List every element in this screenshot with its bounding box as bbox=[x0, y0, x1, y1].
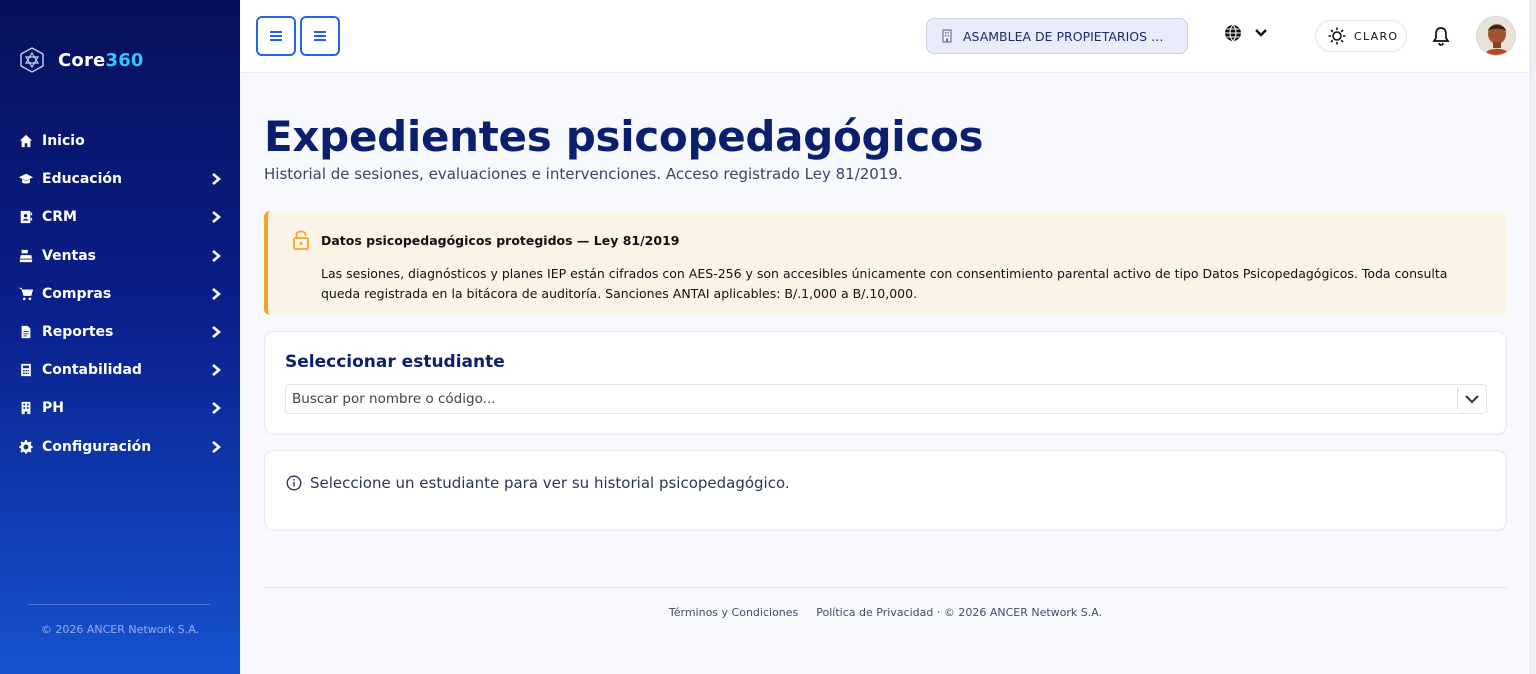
chevron-down-icon bbox=[1465, 395, 1479, 404]
building-icon bbox=[942, 29, 952, 43]
sidebar-item-compras[interactable]: Compras bbox=[0, 275, 240, 313]
report-file-icon bbox=[18, 324, 34, 340]
toggle-sidebar-button[interactable] bbox=[256, 16, 296, 56]
sidebar-copyright: © 2026 ANCER Network S.A. bbox=[40, 623, 200, 636]
brand-logo[interactable]: Core360 bbox=[18, 46, 144, 74]
chevron-right-icon bbox=[210, 364, 222, 377]
privacy-alert: Datos psicopedagógicos protegidos — Ley … bbox=[264, 211, 1507, 315]
alert-title: Datos psicopedagógicos protegidos — Ley … bbox=[321, 233, 680, 248]
calculator-icon bbox=[18, 362, 34, 378]
bell-icon[interactable] bbox=[1432, 26, 1450, 46]
hexagon-logo-icon bbox=[20, 47, 44, 73]
chevron-right-icon bbox=[210, 440, 222, 453]
page-footer: Términos y Condiciones Política de Priva… bbox=[264, 606, 1507, 619]
sun-icon bbox=[1328, 27, 1346, 45]
page-subtitle: Historial de sesiones, evaluaciones e in… bbox=[264, 165, 903, 183]
menu-icon bbox=[314, 31, 326, 41]
terms-link[interactable]: Términos y Condiciones bbox=[669, 606, 798, 619]
student-search-placeholder: Buscar por nombre o código... bbox=[292, 391, 496, 407]
toggle-menu-button[interactable] bbox=[300, 16, 340, 56]
organization-name: ASAMBLEA DE PROPIETARIOS DE ... bbox=[963, 28, 1173, 44]
sidebar-item-crm[interactable]: CRM bbox=[0, 198, 240, 236]
chevron-down-icon bbox=[1255, 29, 1267, 37]
chevron-right-icon bbox=[210, 173, 222, 186]
user-avatar[interactable] bbox=[1476, 16, 1516, 56]
user-photo-icon bbox=[1477, 17, 1515, 55]
student-select-title: Seleccionar estudiante bbox=[285, 352, 505, 372]
chevron-right-icon bbox=[210, 287, 222, 300]
chevron-right-icon bbox=[210, 211, 222, 224]
sidebar-item-contabilidad[interactable]: Contabilidad bbox=[0, 351, 240, 389]
page-title: Expedientes psicopedagógicos bbox=[264, 112, 984, 161]
chevron-right-icon bbox=[210, 402, 222, 415]
contact-book-icon bbox=[18, 209, 34, 225]
organization-selector[interactable]: ASAMBLEA DE PROPIETARIOS DE ... bbox=[926, 18, 1188, 54]
student-search-select[interactable]: Buscar por nombre o código... bbox=[285, 384, 1487, 414]
graduation-cap-icon bbox=[18, 171, 34, 187]
sidebar-item-ph[interactable]: PH bbox=[0, 389, 240, 427]
language-selector[interactable] bbox=[1224, 24, 1268, 42]
info-icon bbox=[286, 475, 302, 491]
chevron-right-icon bbox=[210, 249, 222, 262]
dropdown-toggle[interactable] bbox=[1458, 394, 1486, 404]
menu-icon bbox=[270, 31, 282, 41]
footer-copyright: · © 2026 ANCER Network S.A. bbox=[936, 606, 1103, 619]
footer-divider bbox=[264, 587, 1507, 588]
building-icon bbox=[18, 400, 34, 416]
scrollbar[interactable] bbox=[1530, 0, 1536, 674]
cash-register-icon bbox=[18, 248, 34, 264]
sidebar-item-configuracion[interactable]: Configuración bbox=[0, 428, 240, 466]
sidebar-item-reportes[interactable]: Reportes bbox=[0, 313, 240, 351]
sidebar-item-educacion[interactable]: Educación bbox=[0, 160, 240, 198]
privacy-link[interactable]: Política de Privacidad bbox=[816, 606, 933, 619]
chevron-right-icon bbox=[210, 326, 222, 339]
sidebar-nav: Inicio Educación CRM Ventas Compras Repo… bbox=[0, 122, 240, 466]
globe-icon bbox=[1225, 24, 1241, 42]
theme-toggle-button[interactable]: CLARO bbox=[1315, 20, 1407, 52]
lock-icon bbox=[293, 230, 309, 250]
sidebar: Core360 Inicio Educación CRM Ventas Comp… bbox=[0, 0, 240, 674]
brand-name: Core360 bbox=[58, 49, 144, 71]
sidebar-item-ventas[interactable]: Ventas bbox=[0, 237, 240, 275]
topbar: ASAMBLEA DE PROPIETARIOS DE ... CLARO bbox=[240, 0, 1530, 73]
sidebar-item-inicio[interactable]: Inicio bbox=[0, 122, 240, 160]
home-icon bbox=[18, 133, 34, 149]
info-card: Seleccione un estudiante para ver su his… bbox=[264, 450, 1507, 531]
alert-body: Las sesiones, diagnósticos y planes IEP … bbox=[321, 266, 1448, 301]
info-message: Seleccione un estudiante para ver su his… bbox=[310, 474, 790, 492]
student-select-card: Seleccionar estudiante Buscar por nombre… bbox=[264, 331, 1507, 435]
theme-label: CLARO bbox=[1354, 29, 1399, 43]
gear-icon bbox=[18, 439, 34, 455]
shopping-cart-icon bbox=[18, 286, 34, 302]
sidebar-divider bbox=[28, 604, 210, 605]
